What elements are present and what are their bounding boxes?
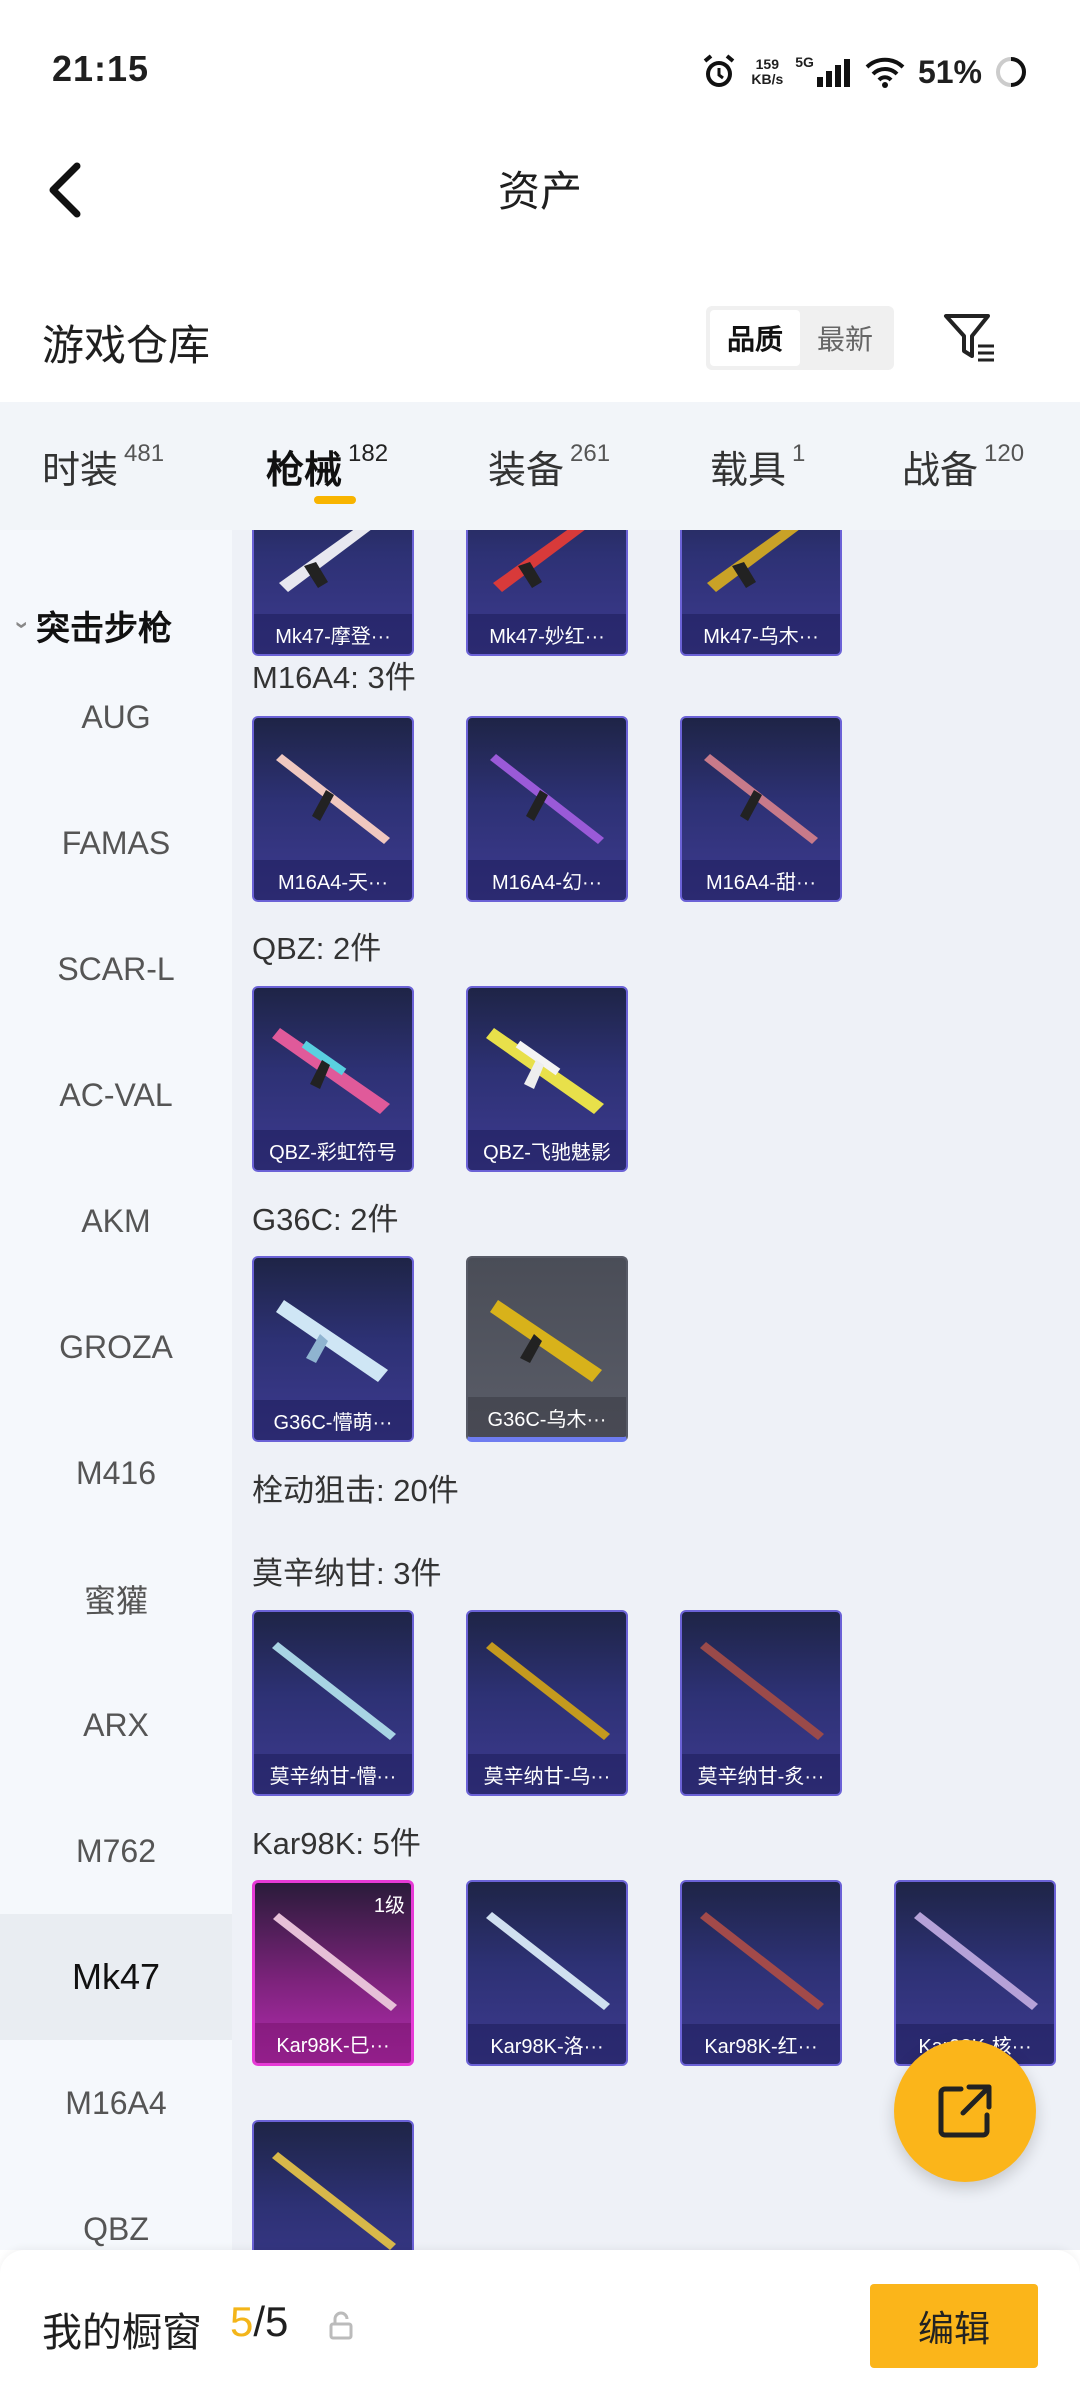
- sidebar-item-m16a4[interactable]: M16A4: [0, 2040, 232, 2166]
- alarm-icon: [704, 54, 735, 87]
- lock-icon: [329, 2311, 353, 2340]
- group-label-qbz: QBZ: 2件: [252, 931, 382, 966]
- sidebar-item-ac-val[interactable]: AC-VAL: [0, 1032, 232, 1158]
- group-label-m16a4: M16A4: 3件: [252, 660, 416, 695]
- rifle-icon: [490, 1300, 602, 1382]
- battery-percent: 51%: [917, 53, 982, 90]
- weapon-card[interactable]: 莫辛纳甘-乌···: [466, 1610, 628, 1796]
- weapon-card[interactable]: G36C-懵萌···: [252, 1256, 414, 1442]
- sort-toggle: 品质 最新: [706, 306, 894, 370]
- weapon-card[interactable]: G36C-乌木···: [466, 1256, 628, 1442]
- tab-vehicles[interactable]: 载具 1: [710, 402, 805, 530]
- filter-button[interactable]: [940, 308, 1000, 368]
- weapon-card[interactable]: M16A4-幻···: [466, 716, 628, 902]
- sniper-rifle-icon: [700, 1912, 824, 2010]
- sidebar-item-honey-badger[interactable]: 蜜獾: [0, 1536, 232, 1662]
- group-label-g36c: G36C: 2件: [252, 1202, 399, 1237]
- sniper-rifle-icon: [272, 1642, 396, 1740]
- external-link-icon: [938, 2084, 992, 2138]
- weapon-grid: Mk47-摩登··· Mk47-妙红··· Mk47-乌木··· M16A4: …: [232, 530, 1080, 2250]
- sidebar-item-m762[interactable]: M762: [0, 1788, 232, 1914]
- edit-button[interactable]: 编辑: [870, 2284, 1038, 2368]
- tab-guns[interactable]: 枪械 182: [266, 402, 388, 530]
- sidebar-item-aug[interactable]: AUG: [0, 654, 232, 780]
- sidebar-item-famas[interactable]: FAMAS: [0, 780, 232, 906]
- group-label-kar98k: Kar98K: 5件: [252, 1826, 421, 1861]
- weapon-card[interactable]: 1级 Kar98K-巳···: [252, 1880, 414, 2066]
- rifle-icon: [704, 754, 818, 844]
- weapon-card[interactable]: M16A4-甜···: [680, 716, 842, 902]
- sidebar-item-groza[interactable]: GROZA: [0, 1284, 232, 1410]
- sort-quality-button[interactable]: 品质: [710, 310, 800, 366]
- sidebar-item-qbz[interactable]: QBZ: [0, 2166, 232, 2250]
- sidebar-item-mk47[interactable]: Mk47: [0, 1914, 232, 2040]
- level-badge: 1级: [373, 1895, 405, 1917]
- weapon-card[interactable]: [252, 2120, 414, 2250]
- rifle-icon: [486, 1028, 604, 1114]
- weapon-card[interactable]: Kar98K-洛···: [466, 1880, 628, 2066]
- tab-fashion[interactable]: 时装 481: [42, 402, 164, 530]
- rifle-icon: [276, 754, 390, 844]
- weapon-card[interactable]: M16A4-天···: [252, 716, 414, 902]
- sniper-rifle-icon: [700, 1642, 824, 1740]
- sniper-rifle-icon: [486, 1912, 610, 2010]
- rifle-icon: [272, 1028, 390, 1114]
- status-time: 21:15: [52, 48, 150, 89]
- signal-icon: [816, 59, 850, 87]
- weapon-card[interactable]: Mk47-摩登···: [252, 530, 414, 656]
- sort-newest-button[interactable]: 最新: [800, 310, 890, 366]
- filter-icon: [944, 314, 994, 362]
- active-tab-indicator: [314, 496, 356, 504]
- tab-supplies[interactable]: 战备 120: [902, 402, 1024, 530]
- net-speed: 159 KB/s: [751, 56, 784, 87]
- sidebar-item-akm[interactable]: AKM: [0, 1158, 232, 1284]
- page-title: 资产: [497, 168, 582, 215]
- weapon-card[interactable]: Kar98K-核···: [894, 1880, 1056, 2066]
- status-icons: 159 KB/s 5G 51%: [699, 50, 1028, 94]
- group-label-bolt-action: 栓动狙击: 20件: [252, 1473, 459, 1508]
- weapon-type-sidebar: › 突击步枪 AUG FAMAS SCAR-L AC-VAL AKM GROZA …: [0, 530, 232, 2250]
- weapon-card[interactable]: Mk47-妙红···: [466, 530, 628, 656]
- weapon-card[interactable]: Kar98K-红···: [680, 1880, 842, 2066]
- rifle-icon: [276, 1300, 388, 1382]
- category-tabs: 时装 481 枪械 182 装备 261 载具 1 战备 120: [0, 402, 1080, 530]
- rifle-icon: [279, 530, 371, 592]
- sidebar-item-arx[interactable]: ARX: [0, 1662, 232, 1788]
- sidebar-item-m416[interactable]: M416: [0, 1410, 232, 1536]
- share-button[interactable]: [894, 2040, 1036, 2182]
- weapon-card[interactable]: 莫辛纳甘-懵···: [252, 1610, 414, 1796]
- sniper-rifle-icon: [914, 1912, 1038, 2010]
- showcase-label: 我的橱窗: [42, 2311, 202, 2355]
- chevron-down-icon: ›: [9, 621, 36, 629]
- section-title: 游戏仓库: [42, 322, 211, 369]
- wifi-icon: [865, 57, 905, 88]
- showcase-count: 5/5: [230, 2298, 289, 2345]
- battery-ring-icon: [996, 57, 1026, 87]
- app-root: 21:15 159 KB/s 5G 51% 资产 游戏仓库 品质 最新 时装 481…: [0, 0, 1080, 2400]
- rifle-icon: [490, 754, 604, 844]
- weapon-card[interactable]: Mk47-乌木···: [680, 530, 842, 656]
- tab-equipment[interactable]: 装备 261: [488, 402, 610, 530]
- sidebar-item-scar-l[interactable]: SCAR-L: [0, 906, 232, 1032]
- rifle-icon: [707, 530, 799, 592]
- sniper-rifle-icon: [272, 2152, 396, 2250]
- weapon-card[interactable]: 莫辛纳甘-炙···: [680, 1610, 842, 1796]
- network-type: 5G: [795, 54, 814, 70]
- weapon-card[interactable]: QBZ-彩虹符号: [252, 986, 414, 1172]
- sniper-rifle-icon: [486, 1642, 610, 1740]
- group-label-mosin: 莫辛纳甘: 3件: [252, 1556, 442, 1591]
- rifle-icon: [493, 530, 585, 592]
- weapon-card[interactable]: QBZ-飞驰魅影: [466, 986, 628, 1172]
